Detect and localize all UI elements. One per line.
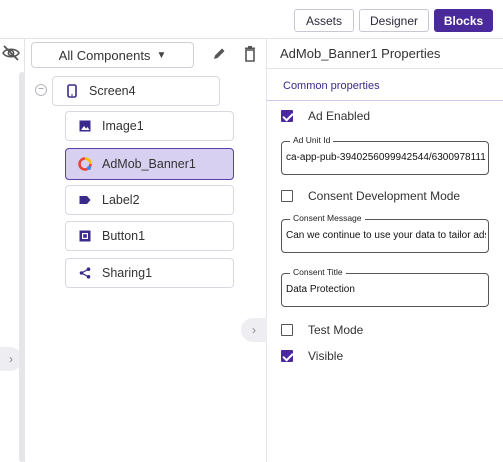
eye-off-icon[interactable] bbox=[2, 45, 20, 61]
test-mode-label: Test Mode bbox=[308, 323, 364, 337]
tree-scrollbar[interactable] bbox=[19, 72, 25, 462]
tree-node-label: Button1 bbox=[102, 229, 146, 243]
tree-node-button1[interactable]: Button1 bbox=[65, 221, 234, 251]
consent-title-field[interactable]: Consent Title Data Protection bbox=[281, 267, 489, 307]
designer-button[interactable]: Designer bbox=[359, 9, 429, 32]
phone-icon bbox=[65, 84, 79, 98]
button-icon bbox=[78, 229, 92, 243]
tree-node-label: Screen4 bbox=[89, 84, 136, 98]
section-common-properties[interactable]: Common properties bbox=[283, 80, 380, 92]
tree-node-label: Image1 bbox=[102, 119, 144, 133]
visible-label: Visible bbox=[308, 349, 344, 363]
share-icon bbox=[78, 266, 92, 280]
pencil-icon[interactable] bbox=[211, 45, 227, 63]
ad-unit-id-field[interactable]: Ad Unit Id ca-app-pub-3940256099942544/6… bbox=[281, 135, 489, 175]
expand-properties-button[interactable]: › bbox=[241, 318, 267, 342]
tree-node-sharing1[interactable]: Sharing1 bbox=[65, 258, 234, 288]
tree-node-label: AdMob_Banner1 bbox=[102, 157, 196, 171]
dropdown-label: All Components bbox=[58, 47, 151, 63]
consent-message-input[interactable]: Can we continue to use your data to tail… bbox=[286, 230, 486, 241]
chevron-down-icon: ▼ bbox=[156, 49, 167, 61]
consent-title-label: Consent Title bbox=[290, 267, 346, 277]
ad-unit-id-input[interactable]: ca-app-pub-3940256099942544/6300978111 bbox=[286, 152, 486, 163]
admob-icon bbox=[78, 157, 92, 171]
trash-icon[interactable] bbox=[242, 45, 258, 63]
consent-message-label: Consent Message bbox=[290, 213, 365, 223]
assets-button[interactable]: Assets bbox=[294, 9, 354, 32]
visible-row[interactable]: Visible bbox=[281, 349, 343, 363]
section-underline bbox=[267, 100, 503, 101]
test-mode-checkbox[interactable] bbox=[281, 324, 293, 336]
tree-node-image1[interactable]: Image1 bbox=[65, 111, 234, 141]
tree-node-admob-banner1[interactable]: AdMob_Banner1 bbox=[65, 148, 234, 180]
label-icon bbox=[78, 193, 92, 207]
test-mode-row[interactable]: Test Mode bbox=[281, 323, 363, 337]
ad-enabled-checkbox[interactable] bbox=[281, 110, 293, 122]
visible-checkbox[interactable] bbox=[281, 350, 293, 362]
ad-enabled-row[interactable]: Ad Enabled bbox=[281, 109, 370, 123]
consent-dev-mode-label: Consent Development Mode bbox=[308, 189, 461, 203]
properties-divider bbox=[267, 68, 503, 69]
consent-title-input[interactable]: Data Protection bbox=[286, 284, 486, 295]
components-filter-dropdown[interactable]: All Components ▼ bbox=[31, 42, 194, 68]
tree-node-screen4[interactable]: Screen4 bbox=[52, 76, 220, 106]
ad-enabled-label: Ad Enabled bbox=[308, 109, 371, 123]
consent-message-field[interactable]: Consent Message Can we continue to use y… bbox=[281, 213, 489, 253]
consent-dev-mode-checkbox[interactable] bbox=[281, 190, 293, 202]
tree-node-label: Label2 bbox=[102, 193, 140, 207]
consent-dev-mode-row[interactable]: Consent Development Mode bbox=[281, 189, 460, 203]
top-toolbar: Assets Designer Blocks bbox=[0, 0, 503, 38]
tree-node-label2[interactable]: Label2 bbox=[65, 185, 234, 215]
ad-unit-id-label: Ad Unit Id bbox=[290, 135, 334, 145]
tree-node-label: Sharing1 bbox=[102, 266, 153, 280]
properties-title: AdMob_Banner1 Properties bbox=[280, 46, 441, 61]
image-icon bbox=[78, 119, 92, 133]
blocks-button[interactable]: Blocks bbox=[434, 9, 493, 32]
collapse-screen-toggle[interactable]: − bbox=[35, 84, 47, 96]
